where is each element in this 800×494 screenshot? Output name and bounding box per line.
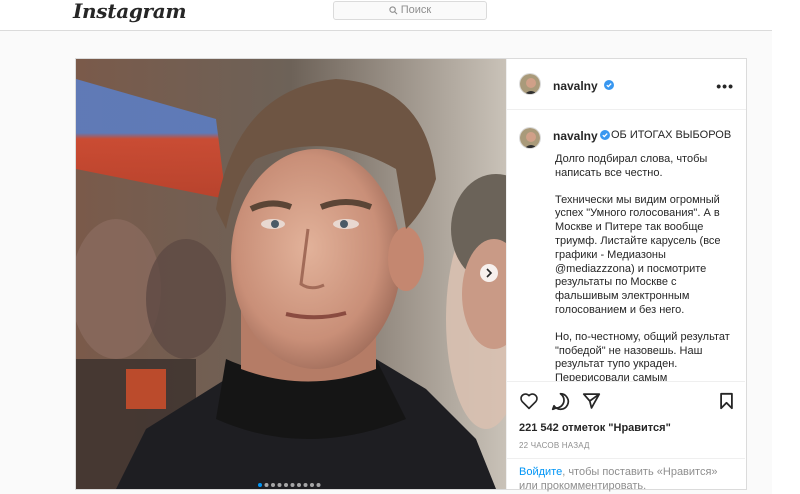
carousel-next-button[interactable]	[480, 264, 498, 282]
verified-badge-icon	[600, 130, 610, 140]
carousel-dot	[316, 483, 321, 487]
username[interactable]: navalny	[553, 79, 598, 93]
carousel-dot	[258, 483, 262, 487]
top-nav-bar: Instagram Поиск	[0, 0, 772, 31]
post-side-panel: navalny ••• navalny ОБ ИТОГАХ ВЫБОРОВ До…	[506, 59, 746, 492]
verified-badge-icon	[604, 80, 614, 90]
carousel-dot	[297, 483, 301, 487]
post-header: navalny •••	[507, 59, 746, 110]
caption-title: ОБ ИТОГАХ ВЫБОРОВ	[611, 129, 732, 141]
carousel-dot	[303, 483, 308, 487]
heart-icon[interactable]	[519, 392, 539, 410]
avatar[interactable]	[519, 73, 541, 95]
post-photo[interactable]	[76, 59, 506, 489]
carousel-dot	[264, 483, 269, 487]
carousel-dot	[284, 483, 288, 487]
carousel-indicator	[257, 475, 327, 489]
more-options-icon[interactable]: •••	[716, 78, 734, 94]
caption-avatar[interactable]	[519, 127, 541, 149]
post-card: navalny ••• navalny ОБ ИТОГАХ ВЫБОРОВ До…	[75, 58, 747, 492]
post-photo-image	[76, 59, 506, 489]
carousel-dot	[290, 483, 295, 487]
caption-username[interactable]: navalny	[553, 129, 598, 143]
chevron-right-icon	[486, 268, 493, 278]
login-link[interactable]: Войдите	[519, 466, 562, 478]
login-prompt: Войдите, чтобы поставить «Нравится» или …	[507, 458, 745, 493]
post-timestamp[interactable]: 22 ЧАСОВ НАЗАД	[519, 441, 590, 450]
comment-icon[interactable]	[551, 392, 570, 411]
instagram-logo[interactable]: Instagram	[73, 0, 187, 23]
login-prompt-text: Войдите, чтобы поставить «Нравится» или …	[519, 465, 735, 493]
likes-count[interactable]: 221 542 отметок "Нравится"	[519, 422, 671, 434]
caption-paragraph: Долго подбирал слова, чтобы написать все…	[555, 153, 708, 179]
carousel-dot	[277, 483, 282, 487]
post-actions: 221 542 отметок "Нравится" 22 ЧАСОВ НАЗА…	[507, 381, 745, 492]
bookmark-icon[interactable]	[719, 392, 734, 410]
caption-paragraph: Технически мы видим огромный успех "Умно…	[555, 193, 721, 316]
search-placeholder: Поиск	[400, 4, 432, 16]
carousel-dot	[271, 483, 275, 487]
carousel-dot	[310, 483, 314, 487]
search-input[interactable]: Поиск	[333, 1, 487, 20]
avatar-image	[520, 74, 540, 94]
avatar-image	[520, 128, 540, 148]
post-caption: navalny ОБ ИТОГАХ ВЫБОРОВ Долго подбирал…	[507, 109, 745, 381]
caption-paragraph: Но, по-честному, общий результат "победо…	[555, 330, 730, 381]
share-icon[interactable]	[582, 392, 601, 410]
search-icon	[389, 5, 398, 15]
page-right-edge	[772, 0, 800, 494]
caption-text: Долго подбирал слова, чтобы написать все…	[555, 153, 735, 381]
